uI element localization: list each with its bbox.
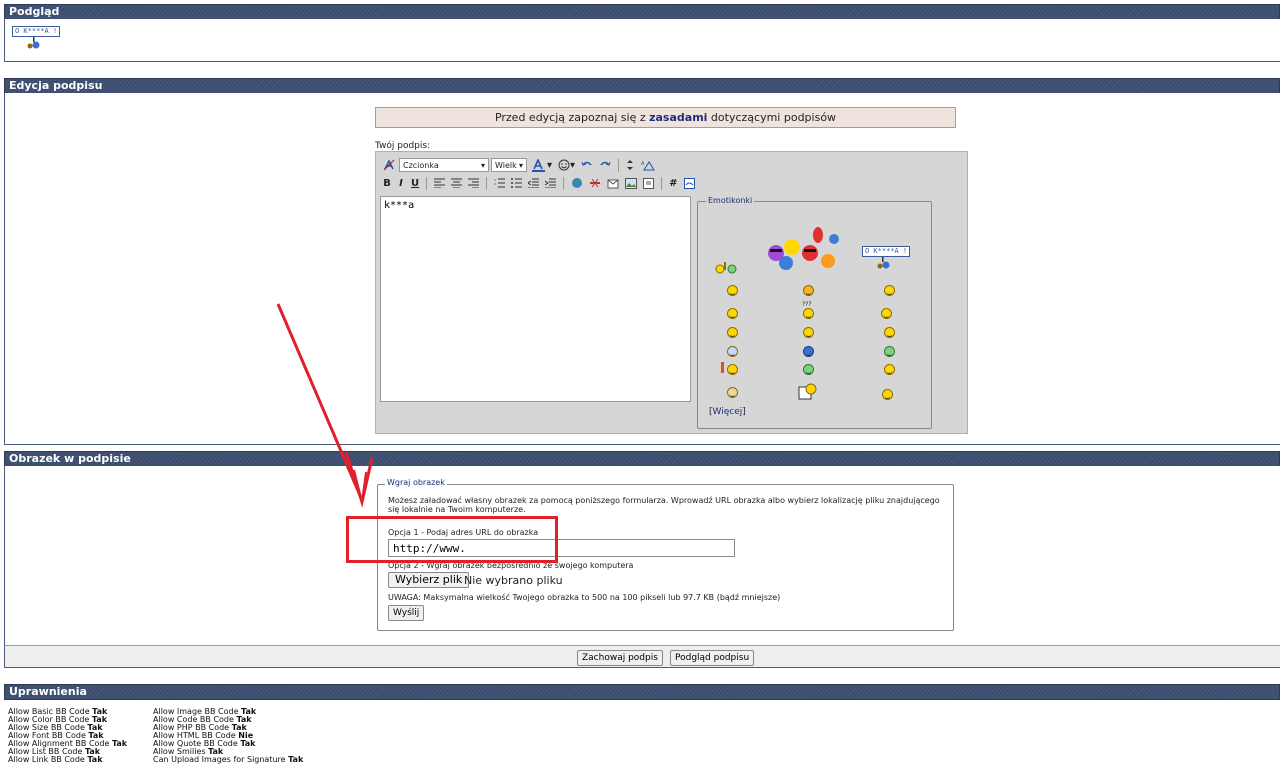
annotation-highlight-box xyxy=(346,516,558,563)
annotation-arrow xyxy=(276,303,374,508)
